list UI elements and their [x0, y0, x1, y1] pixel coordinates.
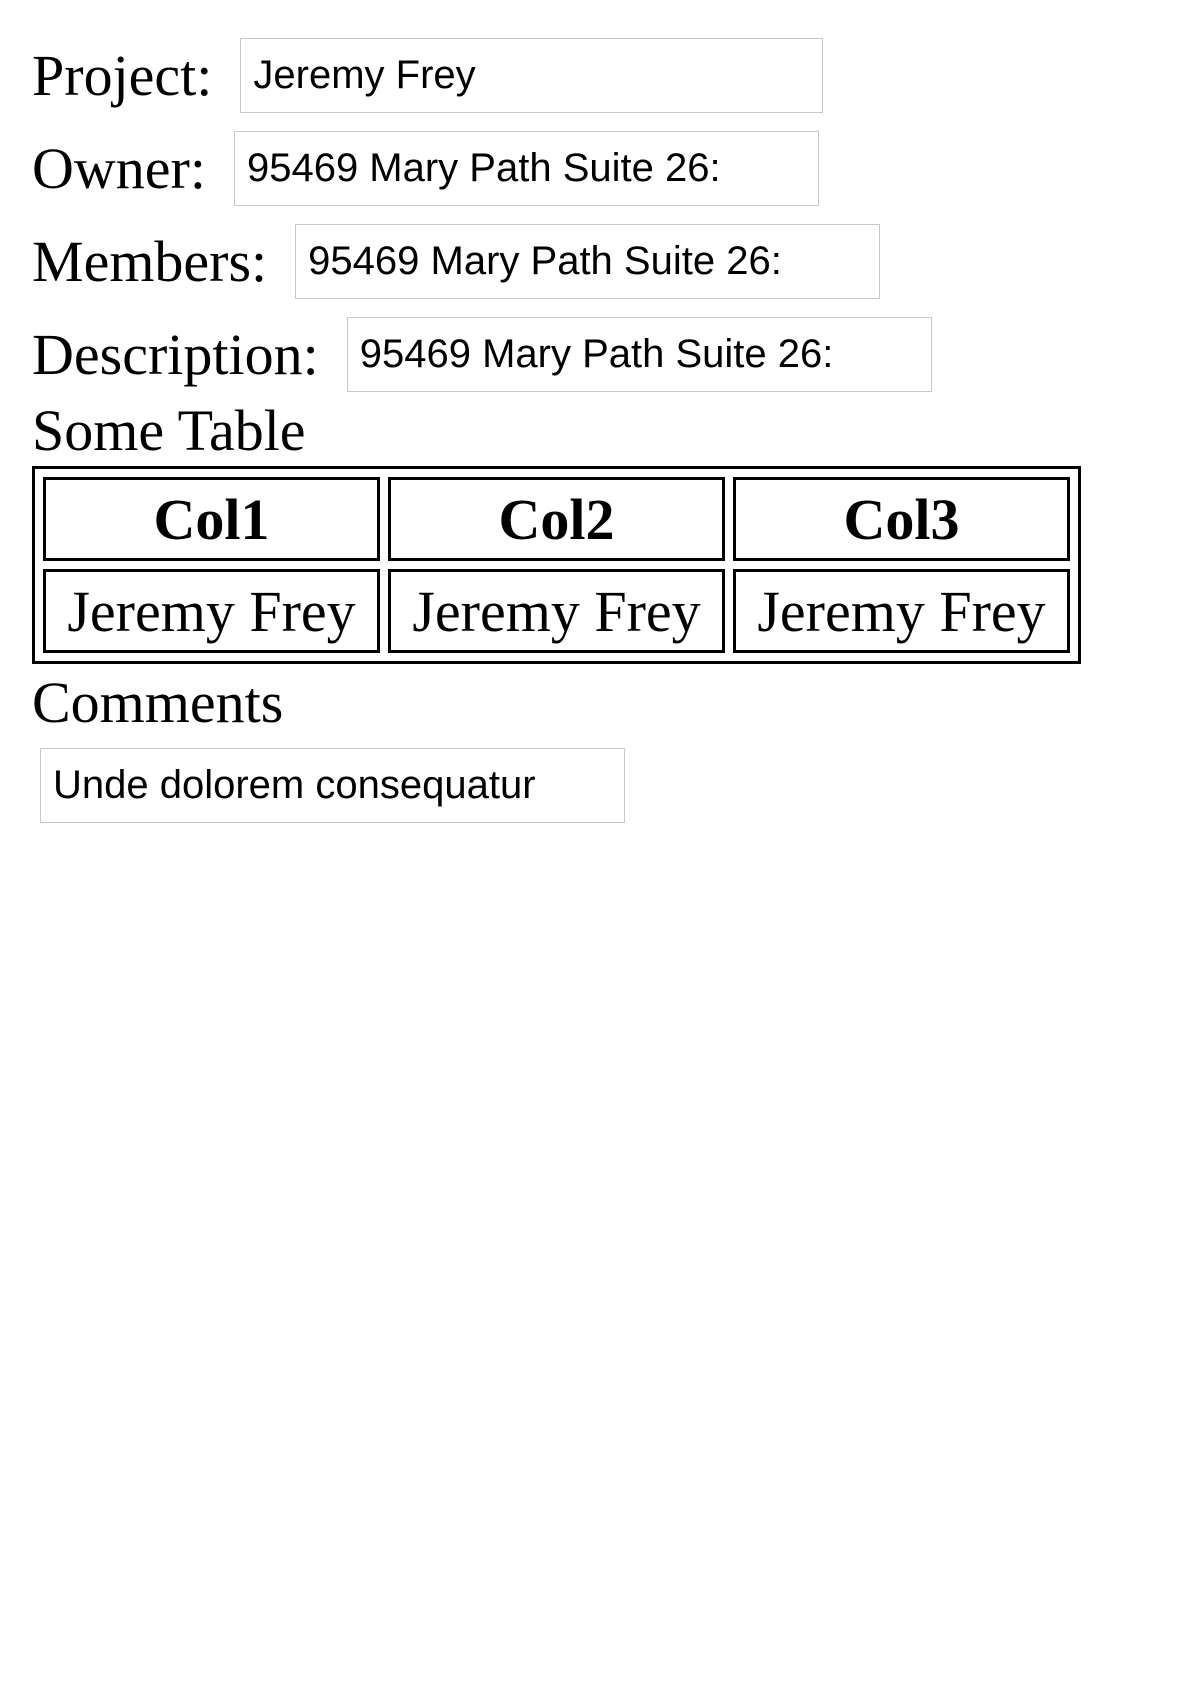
members-row: Members:: [32, 224, 1081, 299]
table-cell-col3: Jeremy Frey: [733, 569, 1070, 653]
project-label: Project:: [32, 43, 213, 108]
col3-header: Col3: [733, 477, 1070, 561]
table-row: Jeremy Frey Jeremy Frey Jeremy Frey: [43, 569, 1070, 653]
description-input[interactable]: [346, 317, 932, 392]
some-table: Col1 Col2 Col3 Jeremy Frey Jeremy Frey J…: [32, 466, 1081, 664]
description-label: Description:: [32, 322, 319, 387]
comments-title: Comments: [32, 670, 284, 735]
project-input[interactable]: [240, 38, 824, 113]
table-cell-col2: Jeremy Frey: [388, 569, 725, 653]
owner-input[interactable]: [233, 131, 819, 206]
members-input[interactable]: [295, 224, 881, 299]
description-row: Description:: [32, 317, 1081, 392]
project-form: Project: Owner: Members: Description: So…: [32, 38, 1081, 823]
comments-input[interactable]: [40, 748, 625, 823]
table-header-row: Col1 Col2 Col3: [43, 477, 1070, 561]
members-label: Members:: [32, 229, 268, 294]
col2-header: Col2: [388, 477, 725, 561]
col1-header: Col1: [43, 477, 380, 561]
some-table-title: Some Table: [32, 398, 306, 463]
owner-label: Owner:: [32, 136, 206, 201]
table-cell-col1: Jeremy Frey: [43, 569, 380, 653]
owner-row: Owner:: [32, 131, 1081, 206]
project-row: Project:: [32, 38, 1081, 113]
